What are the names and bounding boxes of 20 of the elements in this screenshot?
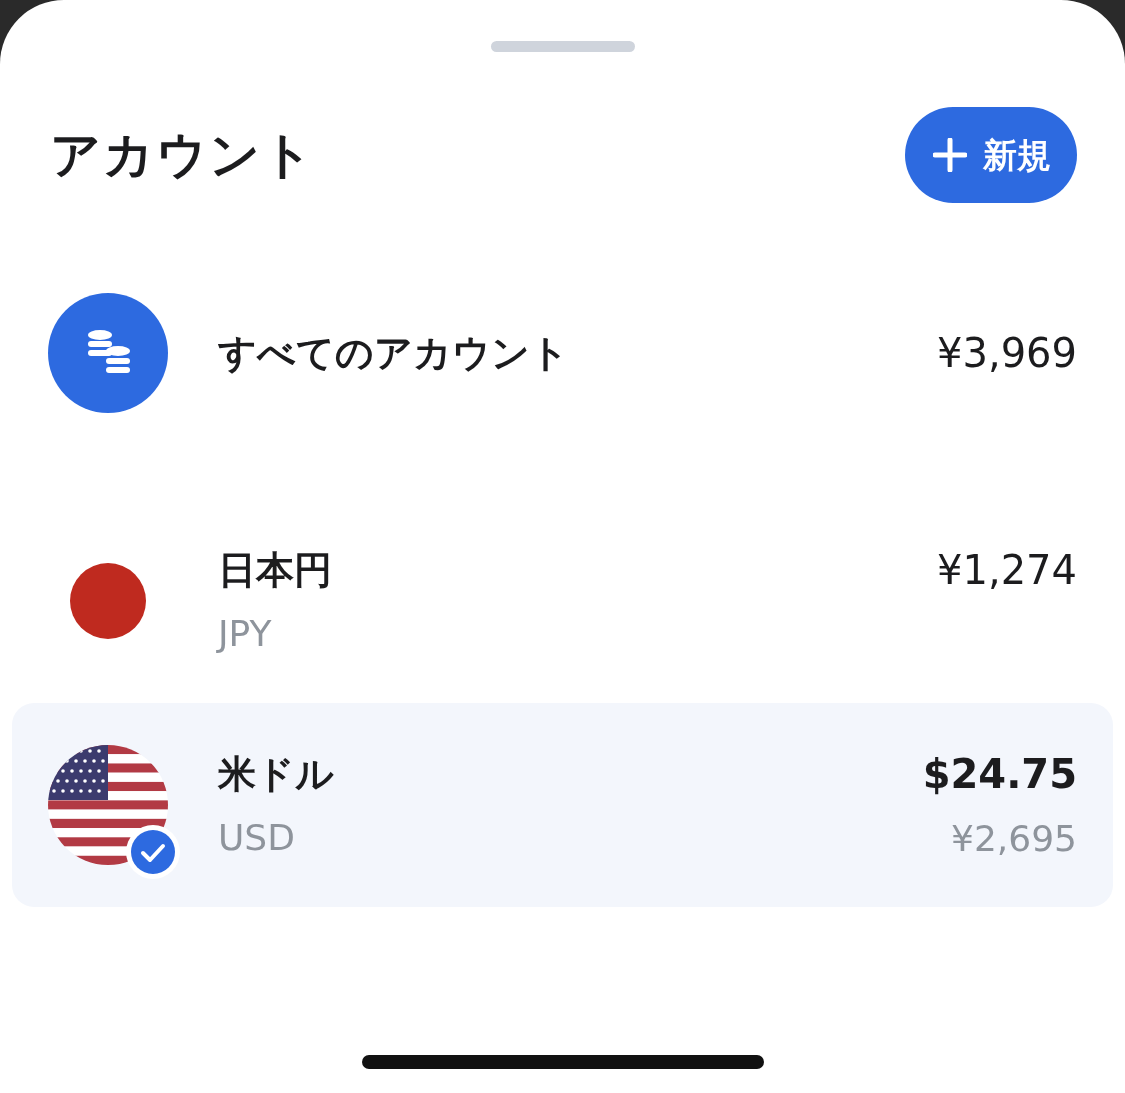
account-name: 米ドル xyxy=(218,750,335,798)
grab-handle[interactable] xyxy=(490,41,635,52)
currency-code: USD xyxy=(218,815,296,860)
home-indicator[interactable] xyxy=(362,1055,764,1069)
account-row[interactable]: すべてのアカウント ¥3,969 xyxy=(12,293,1113,413)
currency-code: JPY xyxy=(218,611,273,656)
account-balance: $24.75 xyxy=(922,750,1077,799)
check-badge-icon xyxy=(126,825,180,879)
account-balance: ¥3,969 xyxy=(937,329,1077,378)
converted-balance: ¥2,695 xyxy=(950,817,1077,861)
account-row[interactable]: 日本円 JPY ¥1,274 xyxy=(12,499,1113,703)
flag-icon xyxy=(70,563,146,639)
new-button[interactable]: 新規 xyxy=(905,107,1077,203)
coins-icon xyxy=(48,293,168,413)
plus-icon xyxy=(933,138,967,172)
account-name: 日本円 xyxy=(218,546,333,594)
account-balance: ¥1,274 xyxy=(937,546,1077,595)
page-title: アカウント xyxy=(50,124,315,186)
account-name: すべてのアカウント xyxy=(218,329,570,377)
account-row[interactable]: 米ドル USD $24.75 ¥2,695 xyxy=(12,703,1113,907)
